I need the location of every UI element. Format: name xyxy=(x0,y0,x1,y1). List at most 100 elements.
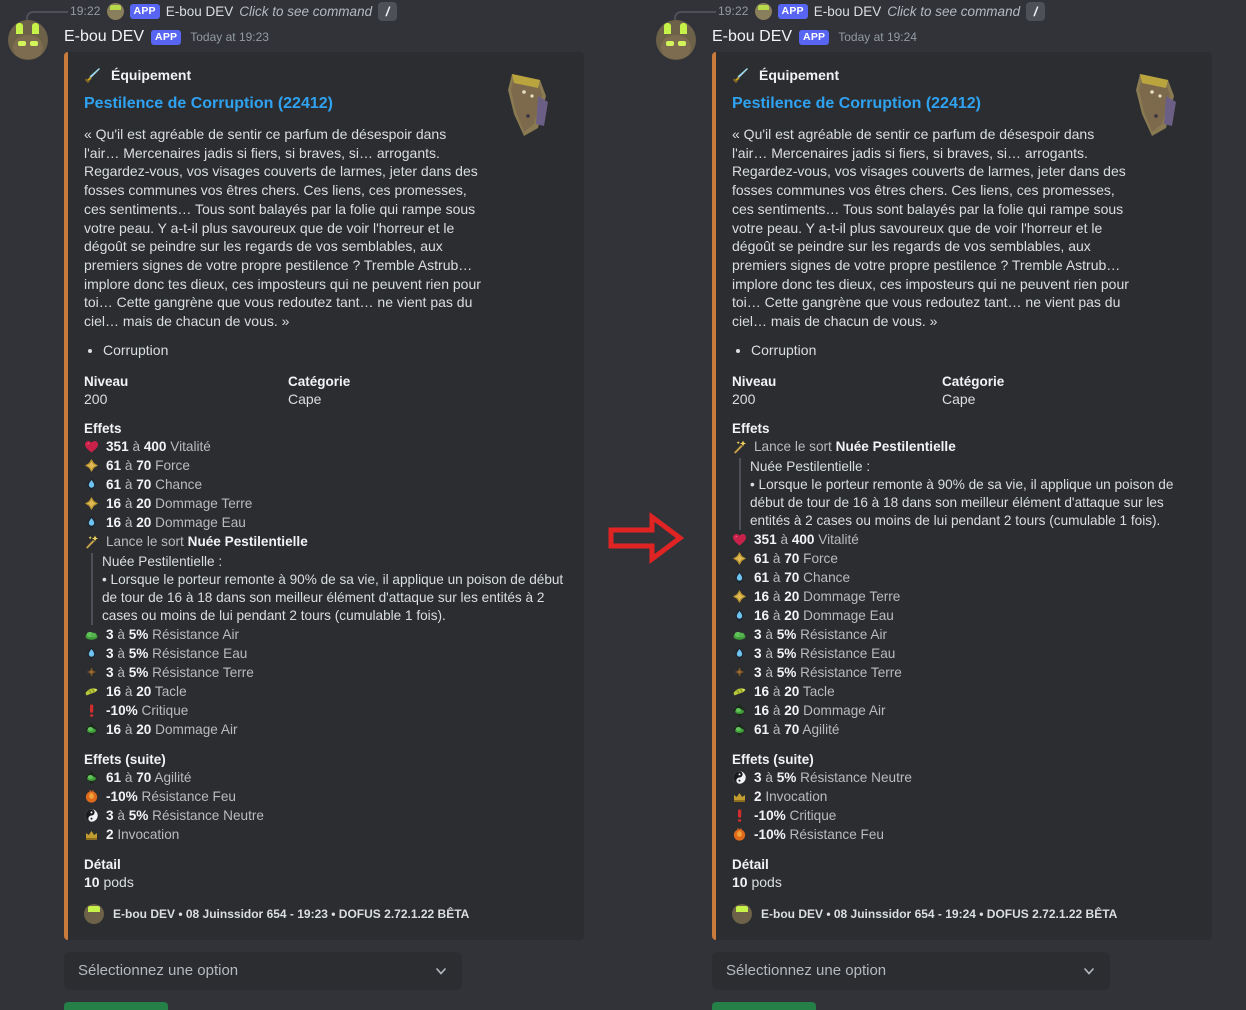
footer-text: E-bou DEV • 08 Juinssidor 654 - 19:23 • … xyxy=(113,906,470,921)
effect-max: 20 xyxy=(136,515,152,531)
option-select[interactable]: Sélectionnez une option xyxy=(712,951,1110,990)
effect-row: 61 à 70 Agilité xyxy=(84,769,568,788)
effect-label: Résistance Terre xyxy=(152,665,254,681)
effect-max: 70 xyxy=(136,458,152,474)
effects-list: 351 à 400 Vitalité 61 à 70 Force 61 à 70 C… xyxy=(84,438,568,740)
embed-author-name: Équipement xyxy=(111,67,192,83)
effect-separator: à xyxy=(765,770,773,786)
app-badge: APP xyxy=(129,3,160,19)
embed-fields: Niveau 200 Catégorie Cape xyxy=(732,374,1196,407)
effect-max: 5% xyxy=(128,646,149,662)
recipe-button[interactable]: Recette xyxy=(64,1001,168,1010)
embed-author-name: Équipement xyxy=(759,67,840,83)
embed-footer: E-bou DEV • 08 Juinssidor 654 - 19:24 • … xyxy=(732,903,1196,924)
item-thumbnail[interactable] xyxy=(494,66,570,142)
summon-icon xyxy=(86,831,97,841)
fire-icon xyxy=(733,828,746,841)
effect-separator: à xyxy=(765,646,773,662)
effect-text: Lance le sort Nuée Pestilentielle xyxy=(754,438,956,456)
effect-row: 3 à 5% Résistance Terre xyxy=(732,664,1196,683)
effect-row: 61 à 70 Chance xyxy=(84,476,568,495)
command-reference-line[interactable]: 19:22 APP E-bou DEV Click to see command… xyxy=(0,0,600,25)
effect-row: 3 à 5% Résistance Air xyxy=(732,626,1196,645)
effect-max: 70 xyxy=(784,551,800,567)
effect-min: 3 xyxy=(754,646,762,662)
effects-cont-title: Effets (suite) xyxy=(732,751,814,767)
effect-row: 16 à 20 Tacle xyxy=(732,683,1196,702)
effect-min: 351 xyxy=(754,532,777,548)
effect-text: 3 à 5% Résistance Neutre xyxy=(106,807,264,825)
effect-separator: à xyxy=(765,627,773,643)
command-time: 19:22 xyxy=(718,4,749,18)
field-value: 200 xyxy=(732,390,756,407)
effect-separator: à xyxy=(765,665,773,681)
effect-label: Résistance Air xyxy=(800,627,888,643)
effect-row: 16 à 20 Dommage Terre xyxy=(84,495,568,514)
fire-icon xyxy=(85,790,98,803)
effect-text: 3 à 5% Résistance Neutre xyxy=(754,769,912,787)
command-reference-line[interactable]: 19:22 APP E-bou DEV Click to see command… xyxy=(648,0,1246,25)
effect-row: Lance le sort Nuée Pestilentielle xyxy=(732,438,1196,457)
effect-min: 2 xyxy=(754,789,762,805)
effect-row: 3 à 5% Résistance Air xyxy=(84,626,568,645)
option-select[interactable]: Sélectionnez une option xyxy=(64,951,462,990)
strength-icon xyxy=(733,552,746,566)
water-icon xyxy=(87,647,96,661)
item-thumbnail[interactable] xyxy=(1122,66,1198,142)
command-time: 19:22 xyxy=(70,4,101,18)
effect-quote-block: Nuée Pestilentielle : • Lorsque le porteu… xyxy=(84,552,568,625)
detail-title: Détail xyxy=(732,856,769,872)
message-header: E-bou DEV APP Today at 19:23 xyxy=(0,20,600,60)
chevron-down-icon xyxy=(1084,967,1094,975)
avatar[interactable] xyxy=(656,20,696,60)
detail-value: 10 pods xyxy=(732,874,1196,890)
effect-max: 70 xyxy=(784,722,800,738)
effect-label: Agilité xyxy=(154,770,192,786)
effect-min: -10% xyxy=(754,808,786,824)
field-categorie: Catégorie Cape xyxy=(288,374,492,407)
effect-min: 16 xyxy=(754,703,770,719)
effect-text: 16 à 20 Dommage Terre xyxy=(106,495,252,513)
effect-row: 3 à 5% Résistance Neutre xyxy=(732,769,1196,788)
slash-command-icon[interactable]: / xyxy=(1026,1,1046,21)
effect-min: -10% xyxy=(106,703,138,719)
effect-separator: à xyxy=(117,646,125,662)
field-niveau: Niveau 200 xyxy=(84,374,288,407)
avatar-eye-left-icon xyxy=(666,41,674,46)
effect-max: 5% xyxy=(776,627,797,643)
effect-label: Résistance Eau xyxy=(800,646,896,662)
app-badge: APP xyxy=(777,3,808,19)
effect-quote-line: • Lorsque le porteur remonte à 90% de sa… xyxy=(750,476,1174,528)
effect-min: 3 xyxy=(106,808,114,824)
slash-command-icon[interactable]: / xyxy=(378,1,398,21)
effect-max: 70 xyxy=(136,477,152,493)
command-hint[interactable]: Click to see command xyxy=(239,4,372,19)
water-icon xyxy=(735,609,744,623)
effects-title: Effets xyxy=(732,420,770,436)
effect-separator: à xyxy=(132,439,141,455)
command-hint[interactable]: Click to see command xyxy=(887,4,1020,19)
effect-separator: à xyxy=(124,770,133,786)
effect-label: Critique xyxy=(789,808,837,824)
effect-separator: à xyxy=(117,808,125,824)
equipment-embed: Équipement Pestilence de Corruption (224… xyxy=(712,52,1212,940)
effect-text: 16 à 20 Dommage Eau xyxy=(754,607,894,625)
effect-min: 61 xyxy=(754,570,770,586)
effect-row: 61 à 70 Agilité xyxy=(732,721,1196,740)
effect-label: Invocation xyxy=(765,789,828,805)
effect-min: 3 xyxy=(754,770,762,786)
effect-min: 16 xyxy=(106,515,122,531)
effect-text: -10% Résistance Feu xyxy=(106,788,236,806)
avatar-eye-right-icon xyxy=(678,41,686,46)
effect-text: 61 à 70 Agilité xyxy=(754,721,839,739)
avatar[interactable] xyxy=(8,20,48,60)
air-icon xyxy=(733,632,746,640)
effect-quote-line: • Lorsque le porteur remonte à 90% de sa… xyxy=(102,571,564,623)
recipe-button[interactable]: Recette xyxy=(712,1001,816,1010)
effect-label: Tacle xyxy=(802,684,835,700)
field-categorie: Catégorie Cape xyxy=(942,374,1152,407)
message-author: E-bou DEV xyxy=(712,28,793,45)
effect-label: Force xyxy=(155,458,190,474)
effect-text: -10% Critique xyxy=(754,807,836,825)
effect-max: 5% xyxy=(128,665,149,681)
